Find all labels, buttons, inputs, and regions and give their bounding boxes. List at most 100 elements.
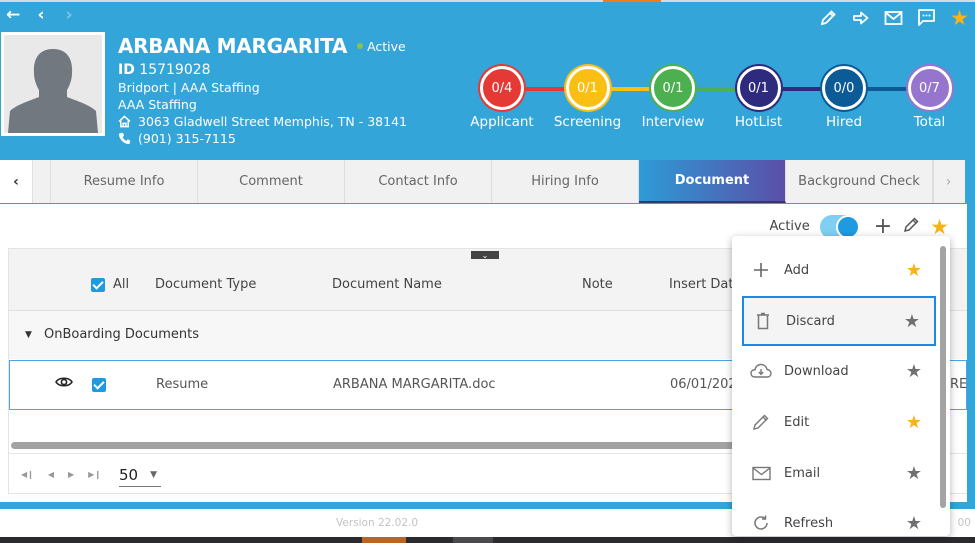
tab-scroll-left-button[interactable]: ‹ [0, 160, 33, 203]
home-icon [118, 115, 131, 128]
stage-count: 0/1 [736, 66, 781, 110]
menu-item-label: Discard [786, 313, 835, 329]
cell-document-name[interactable]: ARBANA MARGARITA.doc [333, 377, 496, 392]
tab-spacer [33, 160, 51, 203]
first-page-icon[interactable]: ◀❙ [21, 470, 34, 479]
select-all-label: All [113, 277, 130, 292]
pipeline-stage-screening[interactable]: 0/1 Screening [548, 66, 628, 130]
tab-comment[interactable]: Comment [198, 160, 345, 203]
star-filled-icon[interactable]: ★ [904, 260, 924, 281]
tab-hiring-info[interactable]: Hiring Info [492, 160, 639, 203]
star-filled-icon[interactable]: ★ [904, 412, 924, 433]
cell-overflow: RE [950, 377, 968, 392]
menu-scrollbar[interactable] [940, 246, 946, 508]
version-text: Version 22.02.0 [336, 517, 419, 529]
pipeline-stage-interview[interactable]: 0/1 Interview [633, 66, 713, 130]
select-all-checkbox[interactable] [91, 277, 105, 292]
tab-contact-info[interactable]: Contact Info [345, 160, 492, 203]
status-badge: Active [357, 39, 406, 54]
tab-resume-info[interactable]: Resume Info [51, 160, 198, 203]
column-header-insert-date[interactable]: Insert Date [669, 277, 742, 292]
header-actions: ★ [818, 6, 969, 30]
horizontal-scrollbar[interactable] [11, 442, 736, 449]
cloud-download-icon [750, 361, 772, 381]
candidate-info: ARBANA MARGARITA Active ID 15719028 Brid… [118, 34, 407, 146]
hiring-pipeline: 0/4 Applicant 0/1 Screening 0/1 Interview 0/1 H… [466, 66, 971, 136]
phone-line: (901) 315-7115 [118, 131, 407, 146]
pipeline-stage-hired[interactable]: 0/0 Hired [804, 66, 884, 130]
active-toggle[interactable] [819, 214, 860, 239]
menu-item-label: Add [784, 262, 810, 278]
pencil-icon[interactable] [818, 8, 837, 27]
chevron-left-icon[interactable]: ‹ [34, 5, 48, 25]
group-label: OnBoarding Documents [44, 327, 200, 342]
menu-item-download[interactable]: Download ★ [742, 346, 936, 396]
arrow-left-icon[interactable]: ← [6, 5, 20, 25]
stage-label: HotList [734, 114, 783, 130]
right-frame-edge [967, 204, 975, 509]
candidate-id: ID 15719028 [118, 62, 407, 78]
active-toggle-label: Active [769, 219, 810, 234]
star-icon[interactable]: ★ [950, 6, 969, 30]
star-icon[interactable]: ★ [930, 215, 949, 239]
pencil-icon[interactable] [902, 216, 920, 238]
star-icon[interactable]: ★ [904, 513, 924, 534]
status-dot-icon [357, 43, 364, 49]
stage-count: 0/4 [480, 66, 524, 110]
envelope-icon [750, 463, 772, 483]
phone-text[interactable]: (901) 315-7115 [138, 131, 236, 146]
cell-document-type: Resume [156, 377, 209, 392]
footer-right-text: 00 [957, 517, 971, 529]
chevron-right-icon[interactable]: › [62, 5, 76, 25]
phone-icon [118, 132, 131, 145]
last-page-icon[interactable]: ▶❙ [88, 470, 101, 479]
pencil-icon [750, 412, 772, 432]
menu-item-edit[interactable]: Edit ★ [742, 397, 936, 447]
menu-item-label: Download [784, 363, 849, 379]
cell-insert-date: 06/01/202 [670, 377, 737, 392]
column-header-document-type[interactable]: Document Type [155, 277, 256, 292]
tab-background-check[interactable]: Background Check [786, 160, 933, 203]
address-line: 3063 Gladwell Street Memphis, TN - 38141 [118, 114, 407, 129]
menu-item-label: Refresh [784, 515, 834, 531]
menu-item-refresh[interactable]: Refresh ★ [742, 498, 936, 536]
menu-item-email[interactable]: Email ★ [742, 448, 936, 498]
stage-count: 0/7 [907, 66, 952, 110]
stage-label: Screening [553, 114, 622, 130]
select-all[interactable]: All [91, 277, 129, 292]
star-icon[interactable]: ★ [904, 361, 924, 382]
tab-document[interactable]: Document [639, 160, 786, 203]
candidate-header: ← ‹ › ARBANA MARGARITA Active ID 1571902… [0, 2, 975, 160]
envelope-icon[interactable] [884, 8, 903, 27]
tab-scroll-right-button[interactable]: › [933, 160, 963, 203]
stage-label: Interview [641, 114, 705, 130]
nav-arrows: ← ‹ › [6, 5, 76, 25]
address-text: 3063 Gladwell Street Memphis, TN - 38141 [138, 114, 407, 129]
caret-down-icon: ▼ [150, 469, 158, 480]
eye-icon[interactable] [55, 375, 73, 393]
pipeline-stage-applicant[interactable]: 0/4 Applicant [462, 66, 542, 130]
caret-down-icon[interactable]: ▼ [25, 330, 32, 340]
id-value: 15719028 [139, 62, 211, 78]
star-icon[interactable]: ★ [904, 463, 924, 484]
company-line: Bridport | AAA Staffing [118, 80, 260, 95]
page-size-value: 50 [119, 465, 139, 484]
id-label: ID [118, 62, 135, 78]
plus-icon [750, 260, 772, 280]
star-icon[interactable]: ★ [902, 311, 922, 332]
menu-item-label: Email [784, 465, 821, 481]
stage-label: Hired [825, 114, 863, 130]
menu-item-add[interactable]: Add ★ [742, 245, 936, 295]
menu-item-discard[interactable]: Discard ★ [742, 296, 936, 346]
row-checkbox[interactable] [92, 378, 106, 396]
page-size-select[interactable]: 50 ▼ [119, 463, 161, 487]
forward-arrow-icon[interactable] [851, 8, 870, 27]
pipeline-stage-hotlist[interactable]: 0/1 HotList [719, 66, 799, 130]
next-page-icon[interactable]: ▶ [68, 470, 74, 479]
prev-page-icon[interactable]: ◀ [48, 470, 54, 479]
chat-icon[interactable] [917, 8, 936, 27]
stage-label: Total [913, 114, 946, 130]
pipeline-stage-total[interactable]: 0/7 Total [890, 66, 970, 130]
column-header-document-name[interactable]: Document Name [332, 277, 442, 292]
column-header-note[interactable]: Note [582, 277, 613, 292]
